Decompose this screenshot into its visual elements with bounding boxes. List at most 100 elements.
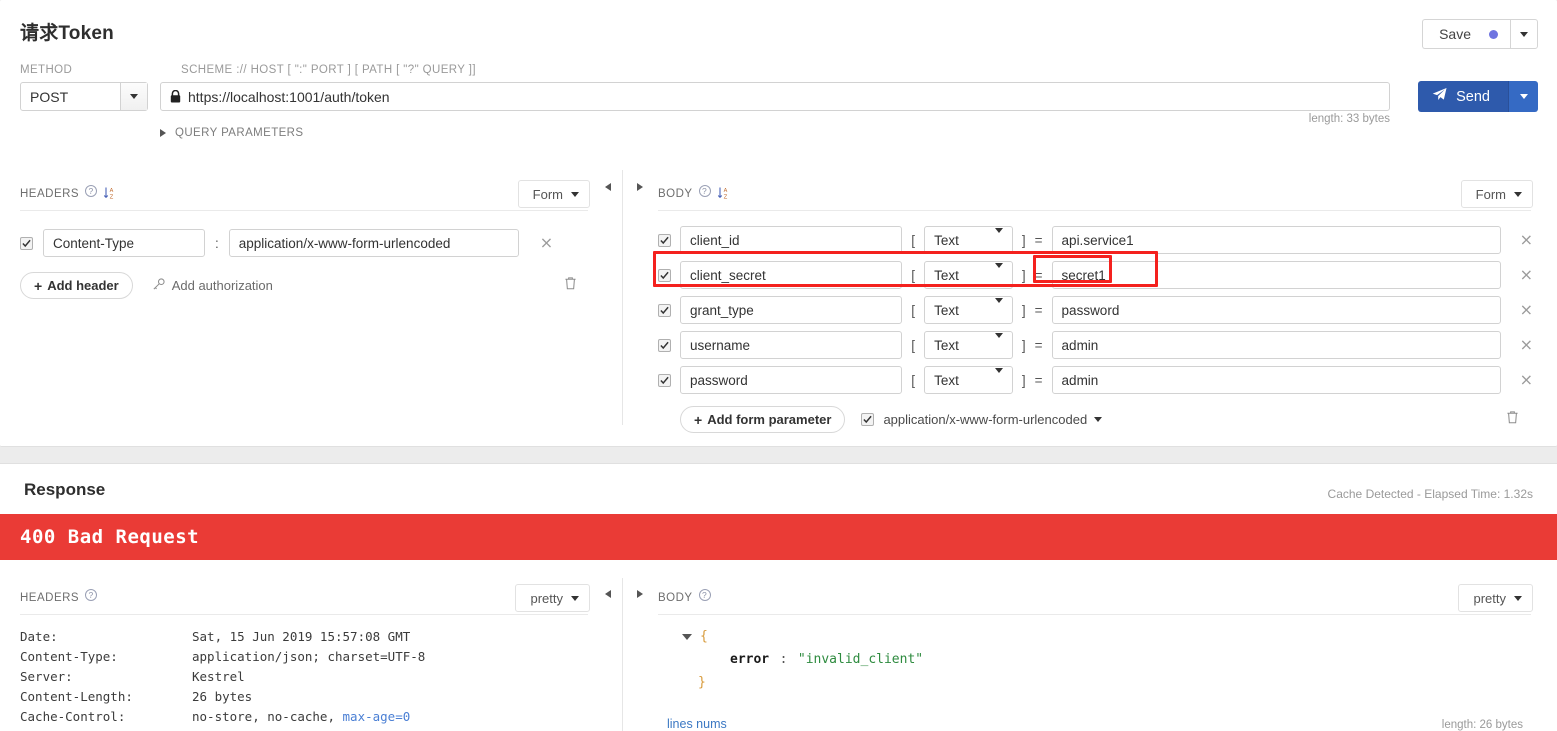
chevron-down-icon — [1514, 191, 1522, 197]
form-parameter-rows: client_id [ Text ] = api.service1 × clie… — [658, 226, 1533, 394]
param-type-select[interactable]: Text — [924, 226, 1013, 254]
param-value-input[interactable]: admin — [1051, 366, 1501, 394]
collapse-left-icon[interactable] — [605, 183, 611, 191]
param-name-input[interactable]: client_secret — [680, 261, 903, 289]
form-parameter-row: client_secret [ Text ] = secret1 × — [658, 261, 1533, 289]
clear-headers-trash-icon[interactable] — [564, 276, 577, 295]
expand-right-icon[interactable] — [637, 590, 643, 598]
send-button[interactable]: Send — [1418, 81, 1508, 112]
header-name-input[interactable]: Content-Type — [43, 229, 205, 257]
header-row-enabled-checkbox[interactable] — [20, 236, 33, 250]
question-circle-icon[interactable]: ? — [698, 185, 711, 197]
param-type-select[interactable]: Text — [924, 261, 1013, 289]
form-parameter-row: username [ Text ] = admin × — [658, 331, 1533, 359]
param-type-select[interactable]: Text — [924, 296, 1013, 324]
clear-body-trash-icon[interactable] — [1506, 410, 1519, 429]
request-panel: 请求Token Save METHOD SCHEME :// HOST [ ":… — [0, 0, 1557, 447]
param-value-input[interactable]: password — [1051, 296, 1501, 324]
content-type-value: application/x-www-form-urlencoded — [883, 412, 1088, 427]
json-viewer: { error : "invalid_client" } — [658, 629, 1533, 691]
question-circle-icon[interactable]: ? — [85, 589, 98, 601]
response-headers-mode-select[interactable]: pretty — [515, 584, 590, 612]
send-options-dropdown[interactable] — [1508, 81, 1538, 112]
param-remove-button[interactable]: × — [1520, 232, 1533, 248]
save-button[interactable]: Save — [1422, 19, 1510, 49]
expand-right-icon[interactable] — [637, 183, 643, 191]
method-label: METHOD — [20, 64, 73, 76]
save-options-dropdown[interactable] — [1510, 19, 1538, 49]
add-authorization-label: Add authorization — [171, 278, 273, 293]
response-status-text: 400 Bad Request — [20, 526, 200, 548]
param-name-input[interactable]: grant_type — [680, 296, 903, 324]
response-header-row: Server: Kestrel — [20, 669, 590, 684]
plus-icon: + — [34, 277, 43, 294]
equals-sign: = — [1034, 337, 1043, 353]
request-body-actions: + Add form parameter application/x-www-f… — [680, 406, 1533, 433]
param-name-input[interactable]: password — [680, 366, 903, 394]
add-header-label: Add header — [47, 278, 119, 293]
collapse-left-icon[interactable] — [605, 590, 611, 598]
content-type-enabled-checkbox[interactable] — [861, 413, 875, 426]
paper-plane-icon — [1432, 87, 1447, 106]
url-value: https://localhost:1001/auth/token — [188, 88, 390, 105]
query-parameters-toggle[interactable]: QUERY PARAMETERS — [160, 127, 303, 139]
question-circle-icon[interactable]: ? — [698, 589, 711, 601]
response-header-value: no-store, no-cache, max-age=0 — [192, 709, 410, 724]
response-body-panel: BODY ? pretty { error : "invalid_client"… — [658, 584, 1533, 731]
lines-nums-link[interactable]: lines nums — [667, 717, 727, 731]
header-remove-button[interactable]: × — [540, 235, 553, 251]
param-name-input[interactable]: username — [680, 331, 903, 359]
response-header-value: 26 bytes — [192, 689, 253, 704]
question-circle-icon[interactable]: ? — [85, 185, 98, 197]
param-enabled-checkbox[interactable] — [658, 233, 671, 247]
add-authorization-button[interactable]: Add authorization — [152, 277, 273, 294]
add-form-parameter-button[interactable]: + Add form parameter — [680, 406, 846, 433]
svg-text:A: A — [110, 188, 114, 194]
page-title: 请求Token — [20, 23, 114, 44]
response-header-row: Date: Sat, 15 Jun 2019 15:57:08 GMT — [20, 629, 590, 644]
response-header-row: Cache-Control: no-store, no-cache, max-a… — [20, 709, 590, 724]
equals-sign: = — [1034, 302, 1043, 318]
param-type-value: Text — [934, 337, 959, 353]
header-value-input[interactable]: application/x-www-form-urlencoded — [228, 229, 519, 257]
param-remove-button[interactable]: × — [1520, 337, 1533, 353]
response-header-value: Kestrel — [192, 669, 245, 684]
request-length-label: length: 33 bytes — [1308, 113, 1390, 125]
request-body-mode-select[interactable]: Form — [1460, 180, 1533, 208]
json-open-brace: { — [700, 629, 708, 644]
response-body-title: BODY ? — [658, 589, 711, 604]
request-headers-mode-select[interactable]: Form — [517, 180, 590, 208]
chevron-down-icon — [994, 367, 1012, 388]
equals-sign: = — [1034, 232, 1043, 248]
method-value: POST — [30, 88, 69, 105]
add-header-button[interactable]: + Add header — [20, 272, 133, 299]
param-remove-button[interactable]: × — [1520, 267, 1533, 283]
param-value-input[interactable]: admin — [1051, 331, 1501, 359]
url-input[interactable]: https://localhost:1001/auth/token — [160, 82, 1390, 111]
param-type-select[interactable]: Text — [924, 366, 1013, 394]
method-select[interactable]: POST — [20, 82, 148, 111]
param-enabled-checkbox[interactable] — [658, 303, 671, 317]
save-button-group: Save — [1422, 19, 1538, 49]
param-type-value: Text — [934, 232, 959, 248]
max-age-link[interactable]: max-age=0 — [343, 709, 411, 724]
json-collapse-toggle-icon[interactable] — [682, 633, 692, 640]
method-dropdown-arrow[interactable] — [120, 83, 147, 110]
param-remove-button[interactable]: × — [1520, 302, 1533, 318]
request-headers-panel: HEADERS ? A Z Form Content-Type: applic… — [20, 180, 590, 299]
response-body-mode-select[interactable]: pretty — [1458, 584, 1533, 612]
response-header-key: Content-Type: — [20, 649, 118, 664]
param-remove-button[interactable]: × — [1520, 372, 1533, 388]
param-value-input[interactable]: api.service1 — [1051, 226, 1501, 254]
param-enabled-checkbox[interactable] — [658, 373, 671, 387]
sort-alpha-icon[interactable]: A Z — [103, 186, 117, 203]
param-name-input[interactable]: client_id — [680, 226, 903, 254]
content-type-select[interactable]: application/x-www-form-urlencoded — [883, 412, 1103, 427]
param-enabled-checkbox[interactable] — [658, 268, 671, 282]
param-type-value: Text — [934, 267, 959, 283]
sort-alpha-icon[interactable]: A Z — [717, 186, 731, 203]
param-type-select[interactable]: Text — [924, 331, 1013, 359]
param-value-input[interactable]: secret1 — [1051, 261, 1501, 289]
param-enabled-checkbox[interactable] — [658, 338, 671, 352]
response-status-bar: 400 Bad Request — [0, 514, 1557, 560]
